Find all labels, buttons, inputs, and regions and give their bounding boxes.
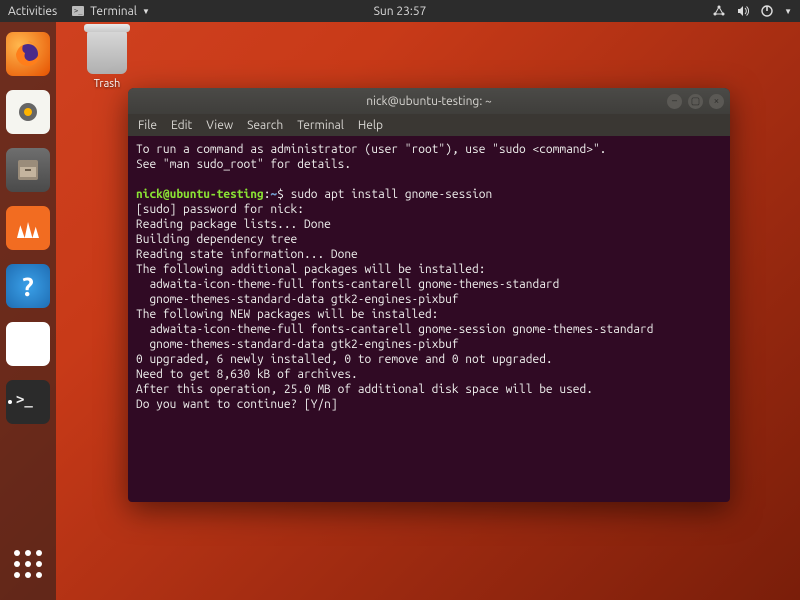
minimize-button[interactable]: – [667, 94, 682, 109]
power-icon [760, 4, 774, 18]
svg-text:>_: >_ [74, 7, 83, 15]
show-applications-button[interactable] [6, 542, 50, 586]
app-menu-label: Terminal [90, 5, 137, 18]
terminal-output-area[interactable]: To run a command as administrator (user … [128, 136, 730, 502]
dock-amazon[interactable]: a [6, 322, 50, 366]
maximize-button[interactable]: ▢ [688, 94, 703, 109]
system-status-area[interactable]: ▼ [712, 4, 792, 18]
network-icon [712, 4, 726, 18]
dock-rhythmbox[interactable] [6, 90, 50, 134]
running-indicator-icon [8, 400, 12, 404]
menu-edit[interactable]: Edit [171, 119, 192, 132]
gnome-top-panel: Activities >_ Terminal ▼ Sun 23:57 ▼ [0, 0, 800, 22]
speaker-icon [15, 99, 41, 125]
menu-file[interactable]: File [138, 119, 157, 132]
close-icon: × [714, 96, 720, 106]
command-output: [sudo] password for nick: Reading packag… [136, 203, 653, 411]
prompt-userhost: nick@ubuntu-testing [136, 188, 264, 201]
entered-command: sudo apt install gnome-session [291, 188, 493, 201]
firefox-icon [13, 39, 43, 69]
trash-desktop-icon[interactable]: Trash [72, 30, 142, 90]
trash-label: Trash [94, 78, 121, 90]
minimize-icon: – [672, 96, 677, 106]
terminal-icon: >_ [71, 4, 85, 18]
terminal-window: nick@ubuntu-testing: ~ – ▢ × File Edit V… [128, 88, 730, 502]
trash-icon [87, 30, 127, 74]
volume-icon [736, 4, 750, 18]
dock-firefox[interactable] [6, 32, 50, 76]
dock-files[interactable] [6, 148, 50, 192]
window-title: nick@ubuntu-testing: ~ [366, 95, 492, 108]
question-icon: ? [22, 272, 33, 301]
menu-help[interactable]: Help [358, 119, 383, 132]
chevron-down-icon: ▼ [142, 7, 150, 16]
activities-button[interactable]: Activities [8, 5, 57, 18]
menubar: File Edit View Search Terminal Help [128, 114, 730, 136]
prompt-symbol: $ [277, 188, 284, 201]
menu-view[interactable]: View [206, 119, 233, 132]
dash-dock: ? a [0, 22, 56, 600]
amazon-icon: a [22, 332, 34, 357]
app-menu[interactable]: >_ Terminal ▼ [71, 4, 150, 18]
dock-terminal[interactable] [6, 380, 50, 424]
maximize-icon: ▢ [691, 96, 700, 106]
window-titlebar[interactable]: nick@ubuntu-testing: ~ – ▢ × [128, 88, 730, 114]
clock[interactable]: Sun 23:57 [374, 5, 427, 18]
menu-search[interactable]: Search [247, 119, 283, 132]
chevron-down-icon: ▼ [784, 7, 792, 16]
dock-help[interactable]: ? [6, 264, 50, 308]
menu-terminal[interactable]: Terminal [297, 119, 344, 132]
close-button[interactable]: × [709, 94, 724, 109]
dock-software[interactable] [6, 206, 50, 250]
intro-text: To run a command as administrator (user … [136, 143, 606, 171]
file-cabinet-icon [14, 156, 42, 184]
